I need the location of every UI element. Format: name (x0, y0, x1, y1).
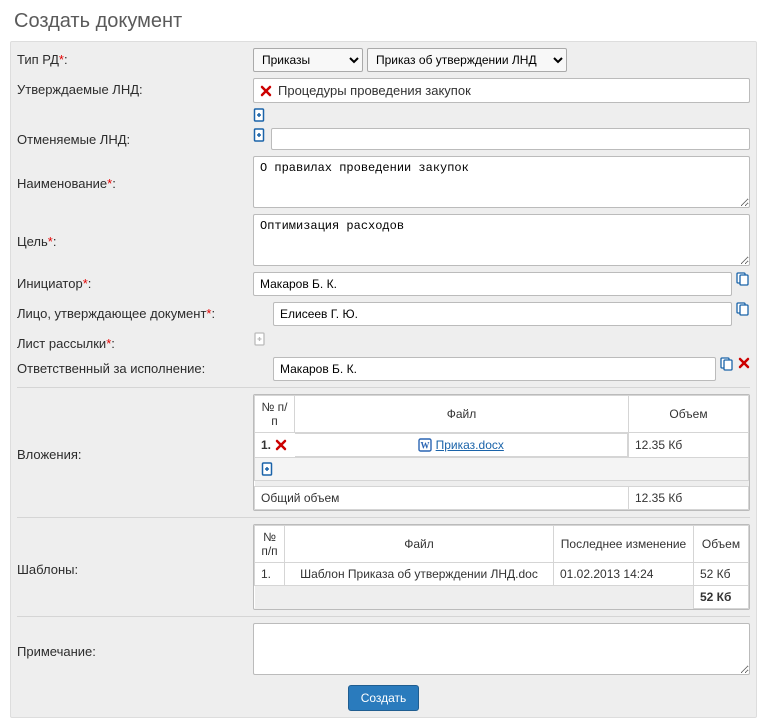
label-type-rd: Тип РД*: (17, 48, 247, 67)
templates-col-idx: № п/п (255, 526, 285, 563)
label-mailing-list: Лист рассылки*: (17, 332, 247, 351)
page-title: Создать документ (10, 10, 757, 33)
table-row: 1. W Приказ.docx 12.3 (255, 432, 749, 457)
label-templates: Шаблоны: (17, 558, 247, 577)
templates-total-size: 52 Кб (694, 586, 749, 609)
template-size: 52 Кб (694, 563, 749, 586)
add-page-icon[interactable] (253, 128, 267, 142)
approved-lnd-text: Процедуры проведения закупок (278, 83, 471, 98)
label-note: Примечание: (17, 640, 247, 659)
attachments-col-file: Файл (295, 395, 629, 432)
label-approver: Лицо, утверждающее документ*: (17, 302, 267, 321)
label-goal: Цель*: (17, 230, 247, 249)
word-doc-icon: W (418, 438, 432, 452)
attachments-table: № п/п Файл Объем 1. (253, 394, 750, 512)
create-document-form: Тип РД*: Приказы Приказ об утверждении Л… (10, 41, 757, 718)
select-type-rd-subtype[interactable]: Приказ об утверждении ЛНД (367, 48, 567, 72)
name-textarea[interactable]: О правилах проведении закупок (253, 156, 750, 208)
page-disabled-icon (253, 332, 267, 346)
attachments-col-idx: № п/п (255, 395, 295, 432)
add-page-icon[interactable] (253, 108, 267, 122)
copy-icon[interactable] (736, 302, 750, 316)
divider (17, 616, 750, 617)
copy-icon[interactable] (720, 357, 734, 371)
templates-col-size: Объем (694, 526, 749, 563)
template-index: 1. (255, 563, 285, 586)
template-date: 01.02.2013 14:24 (554, 563, 694, 586)
attachments-total-label: Общий объем (255, 487, 629, 510)
cancelled-lnd-box (271, 128, 750, 150)
template-file-name: Шаблон Приказа об утверждении ЛНД.doc (300, 567, 538, 581)
attachment-index: 1. (261, 438, 271, 452)
templates-table: № п/п Файл Последнее изменение Объем 1. … (253, 524, 750, 610)
divider (17, 387, 750, 388)
approver-input[interactable] (273, 302, 732, 326)
responsible-input[interactable] (273, 357, 716, 381)
select-type-rd-category[interactable]: Приказы (253, 48, 363, 72)
copy-icon[interactable] (736, 272, 750, 286)
remove-icon[interactable] (738, 357, 750, 369)
label-attachments: Вложения: (17, 443, 247, 462)
note-textarea[interactable] (253, 623, 750, 675)
approved-lnd-value-row: Процедуры проведения закупок (253, 78, 750, 103)
label-name: Наименование*: (17, 172, 247, 191)
create-button[interactable]: Создать (348, 685, 420, 711)
attachment-size: 12.35 Кб (629, 432, 749, 457)
divider (17, 517, 750, 518)
label-cancelled-lnd: Отменяемые ЛНД: (17, 128, 247, 147)
attachment-file-link[interactable]: Приказ.docx (436, 438, 504, 452)
attachments-total-size: 12.35 Кб (629, 487, 749, 510)
label-initiator: Инициатор*: (17, 272, 247, 291)
table-row: 1. Шаблон Приказа об утверждении ЛНД.doc… (255, 563, 749, 586)
remove-icon[interactable] (260, 85, 272, 97)
templates-col-file: Файл (285, 526, 554, 563)
add-page-icon[interactable] (261, 462, 275, 476)
label-responsible: Ответственный за исполнение: (17, 357, 267, 376)
svg-text:W: W (420, 440, 429, 450)
label-approved-lnd: Утверждаемые ЛНД: (17, 78, 247, 97)
attachments-col-size: Объем (629, 395, 749, 432)
initiator-input[interactable] (253, 272, 732, 296)
templates-col-date: Последнее изменение (554, 526, 694, 563)
remove-icon[interactable] (275, 439, 287, 451)
goal-textarea[interactable]: Оптимизация расходов (253, 214, 750, 266)
